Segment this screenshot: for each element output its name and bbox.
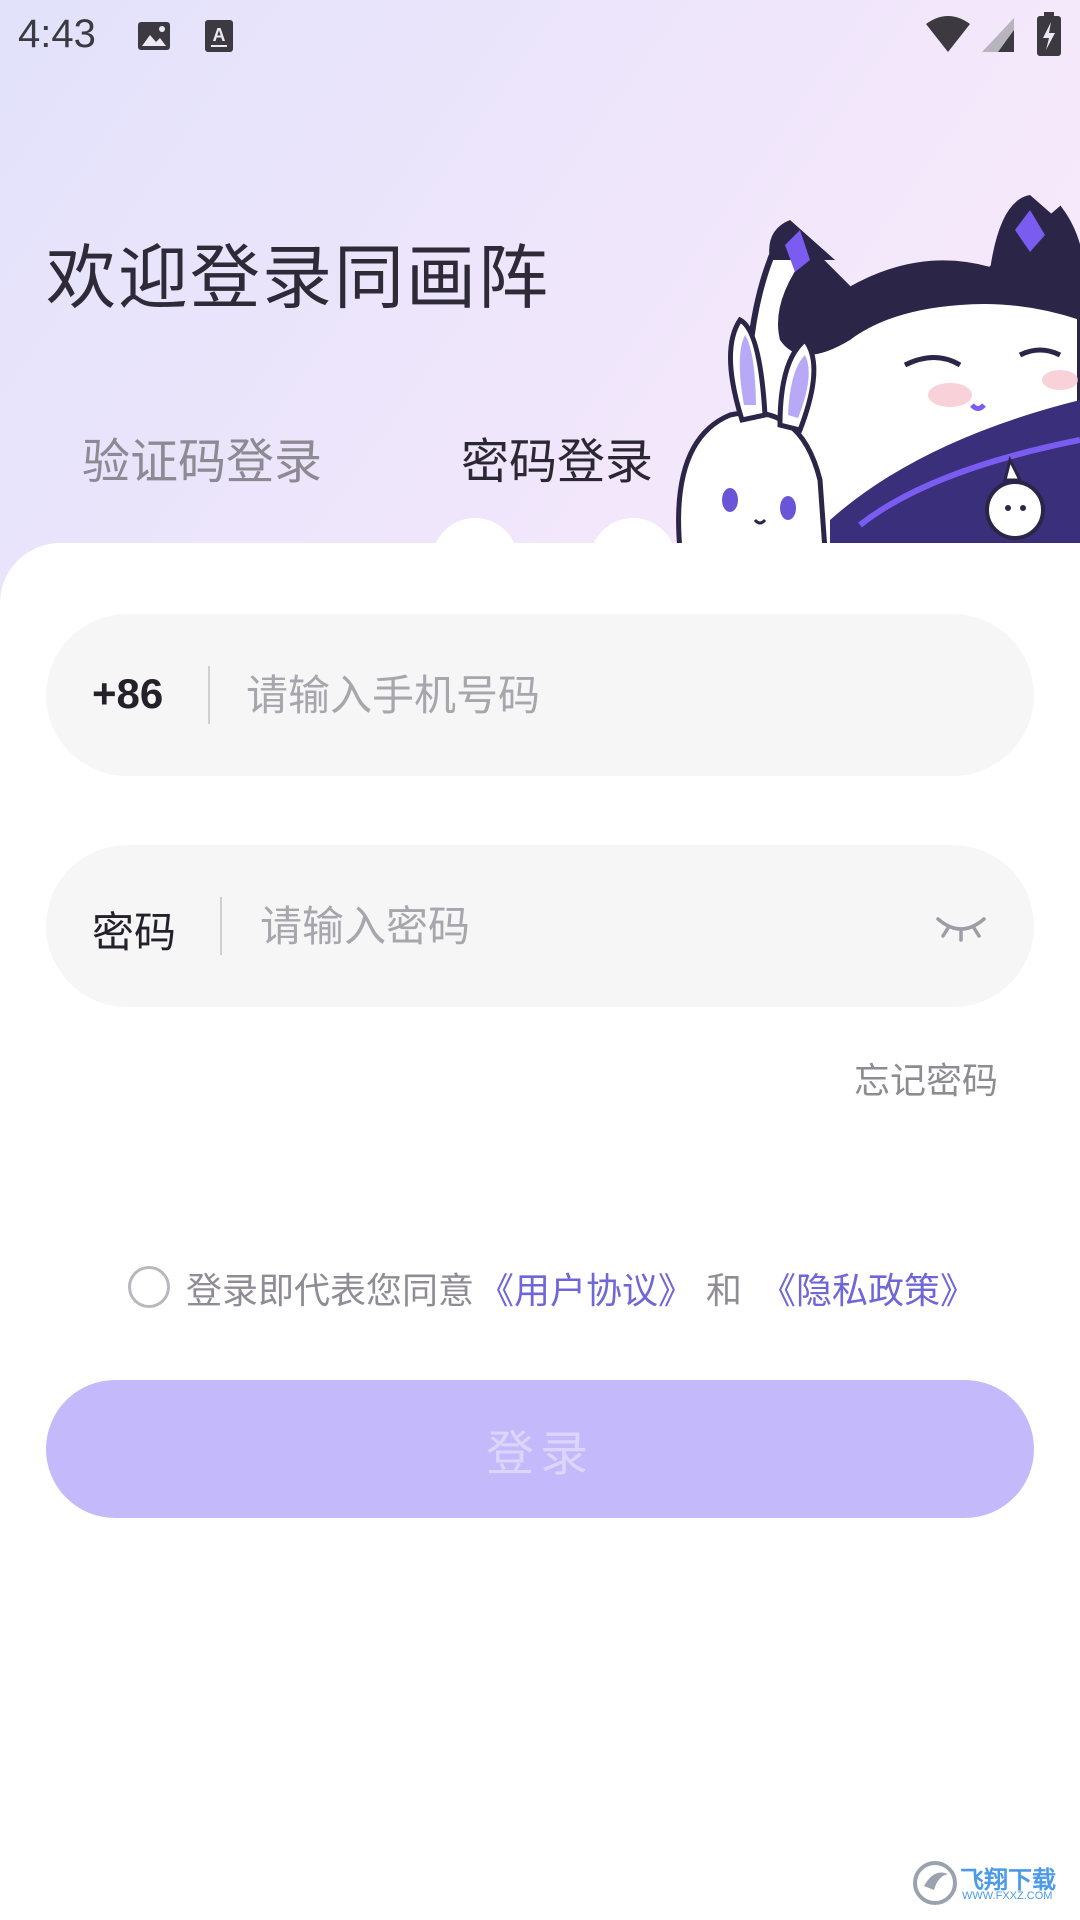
svg-text:A: A [213, 25, 226, 45]
phone-input[interactable] [246, 654, 986, 736]
agreement-checkbox[interactable] [128, 1266, 170, 1308]
agreement-conjunction: 和 [706, 1271, 743, 1312]
eye-closed-icon[interactable] [934, 905, 988, 945]
country-code[interactable]: +86 [92, 670, 163, 718]
keyboard-a-icon: A [204, 18, 234, 58]
user-agreement-link[interactable]: 《用户协议》 [478, 1262, 694, 1314]
tab-sms-code-login[interactable]: 验证码登录 [82, 422, 322, 492]
mascot-illustration [676, 195, 1080, 550]
login-button[interactable]: 登录 [46, 1380, 1034, 1518]
forgot-password-link[interactable]: 忘记密码 [854, 1052, 998, 1104]
card-bump-decoration [590, 518, 676, 604]
tab-password-login[interactable]: 密码登录 [461, 422, 653, 492]
agreement-text: 登录即代表您同意 [186, 1271, 475, 1312]
image-icon [136, 18, 172, 58]
signal-icon [980, 16, 1016, 58]
watermark: 飞翔下载 WWW.FXXZ.COM [912, 1858, 1072, 1910]
privacy-policy-link[interactable]: 《隐私政策》 [760, 1262, 976, 1314]
watermark-logo-icon [913, 1861, 957, 1905]
watermark-url: WWW.FXXZ.COM [962, 1890, 1053, 1902]
battery-charging-icon [1036, 12, 1062, 60]
password-input[interactable] [260, 885, 920, 967]
field-divider [208, 666, 210, 724]
wifi-icon [924, 14, 972, 58]
password-label: 密码 [92, 908, 177, 957]
page-title: 欢迎登录同画阵 [46, 237, 550, 319]
status-time: 4:43 [18, 12, 96, 56]
password-field: 密码 [46, 845, 1034, 1007]
phone-field: +86 [46, 614, 1034, 776]
card-bump-decoration [432, 518, 518, 604]
status-bar: 4:43 A [0, 0, 1080, 74]
field-divider [220, 897, 222, 955]
